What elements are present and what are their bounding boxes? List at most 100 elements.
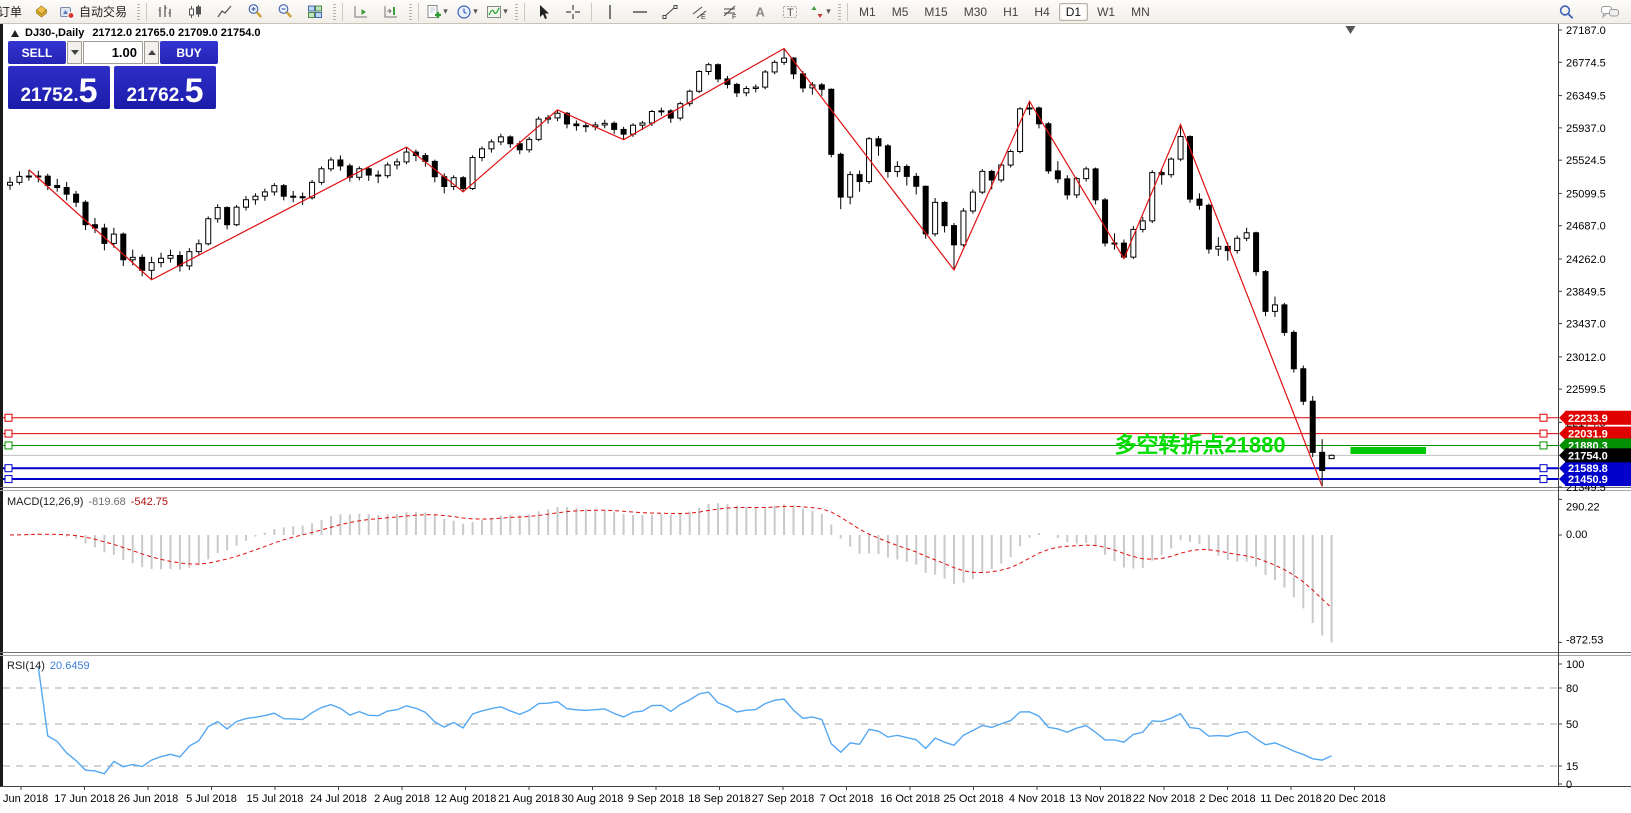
svg-text:2 Dec 2018: 2 Dec 2018: [1199, 793, 1255, 805]
crosshair-button[interactable]: [558, 1, 588, 23]
svg-text:2 Aug 2018: 2 Aug 2018: [374, 793, 430, 805]
cursor-button[interactable]: [528, 1, 558, 23]
dropdown-caret: ▾: [826, 6, 831, 17]
svg-text:15 Jul 2018: 15 Jul 2018: [247, 793, 304, 805]
dropdown-caret: ▾: [503, 6, 508, 17]
tile-windows-button[interactable]: [300, 1, 330, 23]
symbol-period-label: DJ30-,Daily: [25, 27, 84, 39]
bar-chart-button[interactable]: [150, 1, 180, 23]
sell-button[interactable]: SELL: [8, 41, 66, 64]
equidistant-channel-button[interactable]: E: [685, 1, 715, 23]
timeframe-button-M1[interactable]: M1: [852, 3, 883, 21]
buy-button[interactable]: BUY: [160, 41, 218, 64]
text-icon: A: [752, 4, 768, 20]
svg-text:21 Aug 2018: 21 Aug 2018: [498, 793, 560, 805]
timeframe-button-H1[interactable]: H1: [996, 3, 1025, 21]
crosshair-icon: [565, 4, 581, 20]
text-button[interactable]: A: [745, 1, 775, 23]
svg-text:80: 80: [1566, 683, 1578, 695]
equidistant-channel-icon: E: [692, 4, 708, 20]
chart-shift-button[interactable]: [376, 1, 406, 23]
svg-text:7 Oct 2018: 7 Oct 2018: [820, 793, 874, 805]
toolbar-grip[interactable]: [137, 4, 140, 20]
svg-text:5 Jul 2018: 5 Jul 2018: [186, 793, 237, 805]
chinese-annotation-text: 多空转折点21880: [1114, 433, 1285, 458]
line-chart-button[interactable]: [210, 1, 240, 23]
chart-area[interactable]: 多空转折点2188027187.026774.526349.525937.025…: [0, 0, 1631, 813]
candlestick-chart-button[interactable]: [180, 1, 210, 23]
svg-text:27187.0: 27187.0: [1566, 25, 1606, 37]
zoom-out-icon: [277, 3, 294, 20]
svg-text:15: 15: [1566, 761, 1578, 773]
svg-text:9 Sep 2018: 9 Sep 2018: [628, 793, 684, 805]
indicators-button[interactable]: ▾: [482, 1, 512, 23]
svg-text:100: 100: [1566, 659, 1584, 671]
svg-text:23437.0: 23437.0: [1566, 319, 1606, 331]
vertical-line-icon: [602, 4, 618, 20]
auto-scroll-button[interactable]: [346, 1, 376, 23]
macd-main-value: -819.68: [88, 496, 125, 508]
toolbar-grip[interactable]: [333, 4, 336, 20]
symbol-info-line[interactable]: DJ30-,Daily 21712.0 21765.0 21709.0 2175…: [11, 27, 261, 39]
vertical-line-button[interactable]: [595, 1, 625, 23]
svg-text:23849.5: 23849.5: [1566, 286, 1606, 298]
autotrading-icon: [59, 4, 75, 20]
timeframe-button-M30[interactable]: M30: [957, 3, 994, 21]
candlestick-chart-icon: [187, 4, 203, 20]
clock-icon: [456, 4, 472, 20]
timeframe-button-M5[interactable]: M5: [885, 3, 916, 21]
new-order-button[interactable]: [26, 1, 56, 23]
gold-order-icon: [33, 4, 50, 20]
toolbar-grip[interactable]: [515, 4, 518, 20]
volume-increase-button[interactable]: [144, 41, 159, 64]
text-label-icon: T: [782, 4, 798, 20]
autotrading-button[interactable]: 自动交易: [56, 1, 134, 23]
toolbar-grip[interactable]: [838, 4, 841, 20]
text-label-button[interactable]: T: [775, 1, 805, 23]
spinner-up-icon: [148, 50, 156, 55]
search-button[interactable]: [1551, 1, 1581, 23]
new-chart-button[interactable]: ▾: [422, 1, 452, 23]
zoom-out-button[interactable]: [270, 1, 300, 23]
timeframe-button-MN[interactable]: MN: [1124, 3, 1157, 21]
zoom-in-button[interactable]: [240, 1, 270, 23]
svg-text:50: 50: [1566, 719, 1578, 731]
svg-text:T: T: [787, 7, 794, 19]
volume-decrease-button[interactable]: [67, 41, 82, 64]
chat-button[interactable]: [1595, 1, 1625, 23]
zoom-in-icon: [247, 3, 264, 20]
rsi-label: RSI(14) 20.6459: [7, 660, 90, 672]
svg-text:27 Sep 2018: 27 Sep 2018: [752, 793, 814, 805]
rsi-value: 20.6459: [50, 660, 90, 672]
svg-text:-872.53: -872.53: [1566, 634, 1603, 646]
collapse-triangle-icon[interactable]: [11, 30, 19, 37]
text-annotation-layer: 多空转折点21880: [1114, 433, 1285, 458]
new-order-label[interactable]: 订单: [0, 3, 26, 20]
toolbar-grip[interactable]: [409, 4, 412, 20]
profiles-button[interactable]: ▾: [452, 1, 482, 23]
horizontal-line-button[interactable]: [625, 1, 655, 23]
trendline-button[interactable]: [655, 1, 685, 23]
macd-name: MACD(12,26,9): [7, 496, 83, 508]
timeframe-button-D1[interactable]: D1: [1059, 3, 1088, 21]
new-chart-icon: [426, 4, 442, 20]
buy-price-box[interactable]: 21762.5: [114, 66, 216, 109]
ohlc-values: 21712.0 21765.0 21709.0 21754.0: [92, 27, 260, 39]
timeframe-button-W1[interactable]: W1: [1090, 3, 1122, 21]
sell-price-box[interactable]: 21752.5: [8, 66, 110, 109]
timeframe-button-M15[interactable]: M15: [917, 3, 954, 21]
svg-text:22233.9: 22233.9: [1568, 413, 1608, 425]
svg-text:13 Nov 2018: 13 Nov 2018: [1069, 793, 1131, 805]
buy-price-main: 21762: [126, 86, 179, 105]
auto-scroll-icon: [353, 4, 369, 20]
cursor-icon: [535, 4, 551, 20]
volume-input[interactable]: [83, 41, 143, 64]
timeframe-button-H4[interactable]: H4: [1027, 3, 1056, 21]
svg-text:26349.5: 26349.5: [1566, 91, 1606, 103]
arrows-button[interactable]: ▾: [805, 1, 835, 23]
svg-text:4 Nov 2018: 4 Nov 2018: [1009, 793, 1065, 805]
search-icon: [1558, 4, 1575, 21]
rsi-name: RSI(14): [7, 660, 45, 672]
chat-icon: [1600, 4, 1620, 20]
fibonacci-button[interactable]: F: [715, 1, 745, 23]
